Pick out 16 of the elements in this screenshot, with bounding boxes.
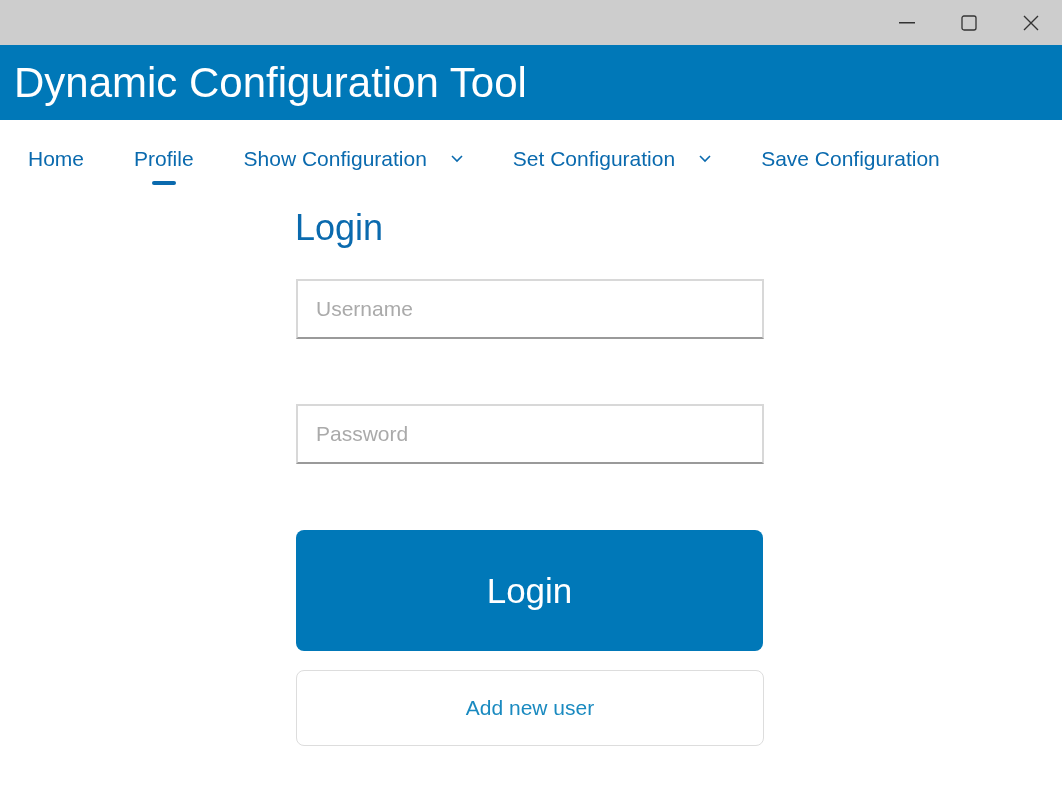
maximize-icon[interactable] <box>961 14 977 31</box>
chevron-down-icon <box>450 155 463 163</box>
login-heading: Login <box>295 207 385 249</box>
close-icon[interactable] <box>1023 14 1039 31</box>
app-title: Dynamic Configuration Tool <box>14 58 527 107</box>
input-field[interactable]: Username <box>296 279 764 339</box>
minimize-icon[interactable] <box>899 21 915 24</box>
nav-tab[interactable]: Save Configuration <box>755 146 946 185</box>
nav-tab[interactable]: Home <box>22 146 91 185</box>
nav-tab[interactable]: Profile <box>128 146 200 185</box>
login-button[interactable]: Login <box>296 530 763 651</box>
chevron-down-icon <box>699 155 712 163</box>
add-user-button[interactable]: Add new user <box>296 670 764 746</box>
nav-tab[interactable]: Show Configuration <box>237 146 469 185</box>
nav-tab[interactable]: Set Configuration <box>506 146 718 185</box>
input-field[interactable]: Password <box>296 404 764 464</box>
